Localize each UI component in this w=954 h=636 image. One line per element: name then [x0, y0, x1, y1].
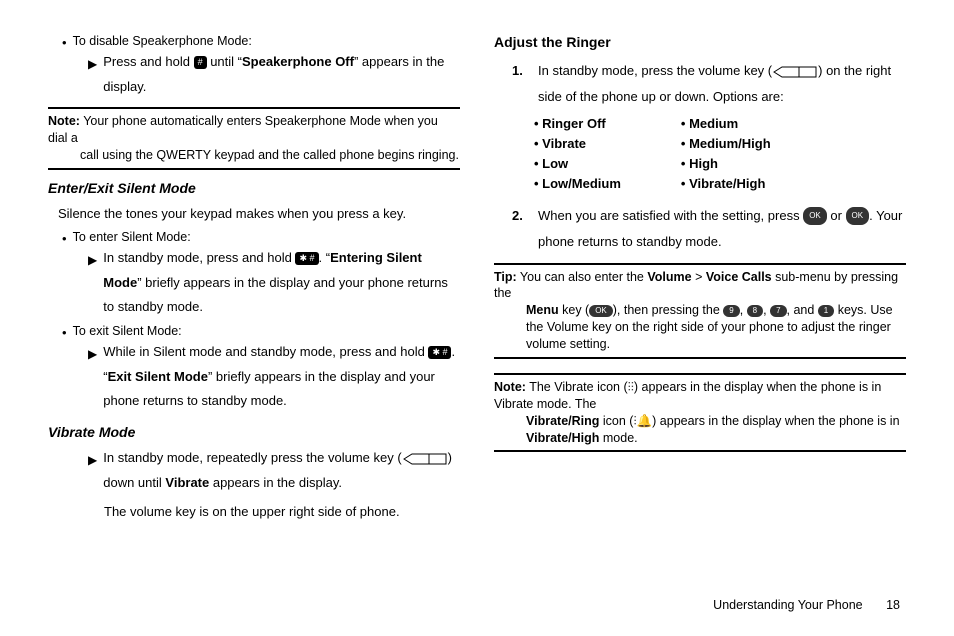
list-item: Vibrate/High: [681, 174, 771, 194]
disable-speakerphone-step: ▶ Press and hold # until “Speakerphone O…: [48, 50, 460, 99]
silent-intro: Silence the tones your keypad makes when…: [48, 202, 460, 226]
list-item: Vibrate: [534, 134, 621, 154]
tip-volume-menu: Tip: You can also enter the Volume > Voi…: [494, 263, 906, 359]
starpound-key-icon: ✱ #: [295, 252, 318, 265]
starpound-key-icon: ✱ #: [428, 346, 451, 359]
arrow-icon: ▶: [88, 446, 97, 472]
ringer-options-left: Ringer Off Vibrate Low Low/Medium: [534, 114, 621, 195]
key-icon: 1: [818, 305, 834, 318]
list-item: High: [681, 154, 771, 174]
bullet-icon: •: [62, 324, 67, 340]
ok-key-icon: OK: [589, 305, 613, 318]
ok-key-icon: OK: [803, 207, 827, 225]
page-footer: Understanding Your Phone 18: [713, 598, 900, 612]
exit-silent-step: ▶ While in Silent mode and standby mode,…: [48, 340, 460, 414]
disable-speakerphone-bullet: • To disable Speakerphone Mode:: [48, 34, 460, 50]
key-icon: 9: [723, 305, 739, 318]
key-icon: 7: [770, 305, 786, 318]
heading-vibrate-mode: Vibrate Mode: [48, 424, 460, 440]
left-column: • To disable Speakerphone Mode: ▶ Press …: [48, 34, 460, 524]
list-item: Medium/High: [681, 134, 771, 154]
key-icon: 8: [747, 305, 763, 318]
enter-silent-step: ▶ In standby mode, press and hold ✱ #. “…: [48, 246, 460, 320]
volume-key-icon: [402, 453, 448, 465]
list-item: Low: [534, 154, 621, 174]
arrow-icon: ▶: [88, 246, 97, 272]
enter-silent-bullet: • To enter Silent Mode:: [48, 230, 460, 246]
page-number: 18: [886, 598, 900, 612]
ringer-options-right: Medium Medium/High High Vibrate/High: [681, 114, 771, 195]
exit-silent-bullet: • To exit Silent Mode:: [48, 324, 460, 340]
vibrate-ring-icon: ⫶🔔: [633, 414, 652, 428]
ok-key-icon: OK: [846, 207, 870, 225]
list-item: Low/Medium: [534, 174, 621, 194]
ringer-step-2: 2. When you are satisfied with the setti…: [494, 203, 906, 255]
right-column: Adjust the Ringer 1. In standby mode, pr…: [494, 34, 906, 524]
heading-adjust-ringer: Adjust the Ringer: [494, 34, 906, 50]
ringer-step-1: 1. In standby mode, press the volume key…: [494, 58, 906, 110]
note-speakerphone: Note: Your phone automatically enters Sp…: [48, 107, 460, 170]
pound-key-icon: #: [194, 56, 207, 69]
note-vibrate-icon: Note: The Vibrate icon (⫶⫶) appears in t…: [494, 373, 906, 453]
vib-location-note: The volume key is on the upper right sid…: [48, 500, 460, 525]
list-item: Medium: [681, 114, 771, 134]
ringer-options: Ringer Off Vibrate Low Low/Medium Medium…: [494, 114, 906, 195]
bullet-icon: •: [62, 230, 67, 246]
arrow-icon: ▶: [88, 50, 97, 76]
bullet-icon: •: [62, 34, 67, 50]
volume-key-icon: [772, 66, 818, 78]
vibrate-step: ▶ In standby mode, repeatedly press the …: [48, 446, 460, 495]
disable-speakerphone-text: To disable Speakerphone Mode:: [73, 34, 252, 48]
heading-silent-mode: Enter/Exit Silent Mode: [48, 180, 460, 196]
section-title: Understanding Your Phone: [713, 598, 862, 612]
arrow-icon: ▶: [88, 340, 97, 366]
list-item: Ringer Off: [534, 114, 621, 134]
